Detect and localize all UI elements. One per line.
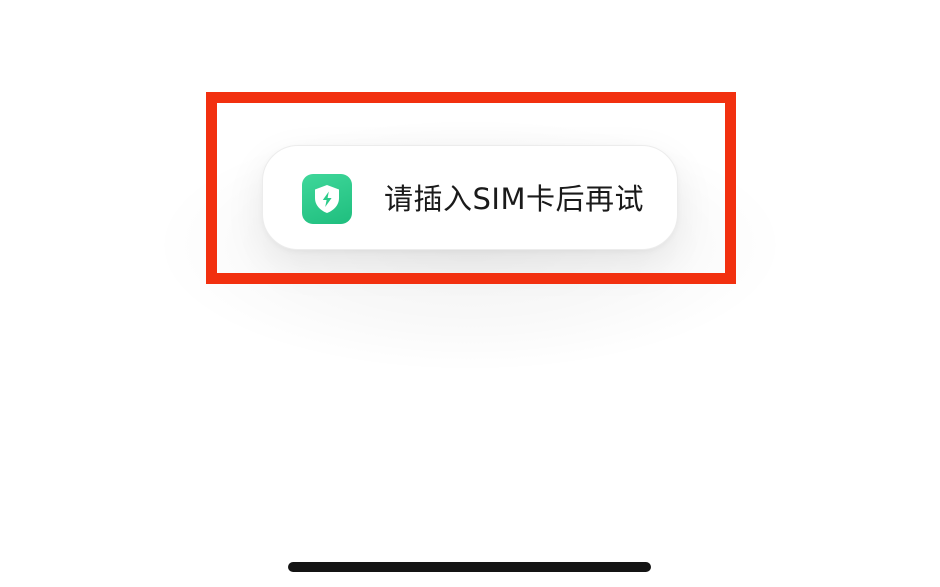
home-indicator[interactable]	[288, 562, 651, 572]
screen: 请插入SIM卡后再试	[0, 0, 940, 587]
highlight-annotation-box	[206, 92, 736, 284]
